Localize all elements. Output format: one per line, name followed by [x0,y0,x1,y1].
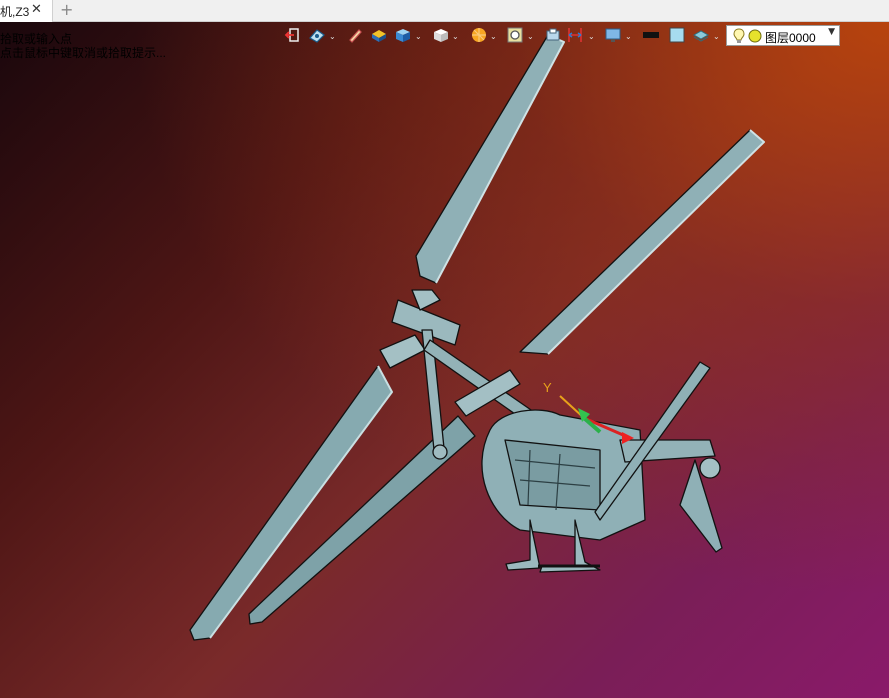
shaded-solid-icon[interactable] [370,26,388,44]
dimension-icon[interactable] [566,26,584,44]
3d-viewport[interactable]: 拾取或输入点 点击鼠标中键取消或拾取提示... ⌄ ⌄ ⌄ ⌄ ⌄ ⌄ ⌄ ⌄ [0,22,889,698]
display-settings-icon[interactable] [604,26,622,44]
close-icon[interactable]: ✕ [31,2,42,17]
chevron-down-icon[interactable]: ⌄ [588,32,595,41]
layer-stack-icon[interactable] [692,26,710,44]
chevron-down-icon[interactable]: ⌄ [415,32,422,41]
layer-selector[interactable]: 图层0000 ▼ [726,25,840,46]
tab-bar: 机,Z3 ✕ + [0,0,889,22]
rotor-blade [415,34,565,284]
section-view-icon[interactable] [544,26,562,44]
bulb-icon[interactable] [732,28,746,44]
line-color-icon[interactable] [642,26,660,44]
exit-view-icon[interactable] [284,26,302,44]
pencil-icon[interactable] [346,26,364,44]
box-view-icon[interactable] [394,26,412,44]
rotor-blade [189,365,393,641]
document-tab[interactable]: 机,Z3 ✕ [0,0,53,22]
chevron-down-icon[interactable]: ⌄ [452,32,459,41]
add-tab-icon[interactable]: + [60,0,73,19]
chevron-down-icon[interactable]: ⌄ [625,32,632,41]
rotor-blade [519,129,765,355]
command-hint-line2: 点击鼠标中键取消或拾取提示... [0,46,167,60]
y-axis-label: Y [543,380,552,395]
zoom-fit-icon[interactable] [506,26,524,44]
render-mode-icon[interactable] [470,26,488,44]
cube-view-icon[interactable] [432,26,450,44]
fill-color-icon[interactable] [668,26,686,44]
helicopter-model[interactable]: Y [0,22,889,698]
chevron-down-icon[interactable]: ⌄ [527,32,534,41]
chevron-down-icon[interactable]: ⌄ [713,32,720,41]
chevron-down-icon[interactable]: ⌄ [490,32,497,41]
tab-title: 机,Z3 [0,5,30,19]
chevron-down-icon[interactable]: ⌄ [329,32,336,41]
view-orientation-icon[interactable] [308,26,326,44]
layer-color-icon[interactable] [748,29,762,43]
chevron-down-icon[interactable]: ▼ [828,27,835,37]
layer-name: 图层0000 [765,31,816,45]
